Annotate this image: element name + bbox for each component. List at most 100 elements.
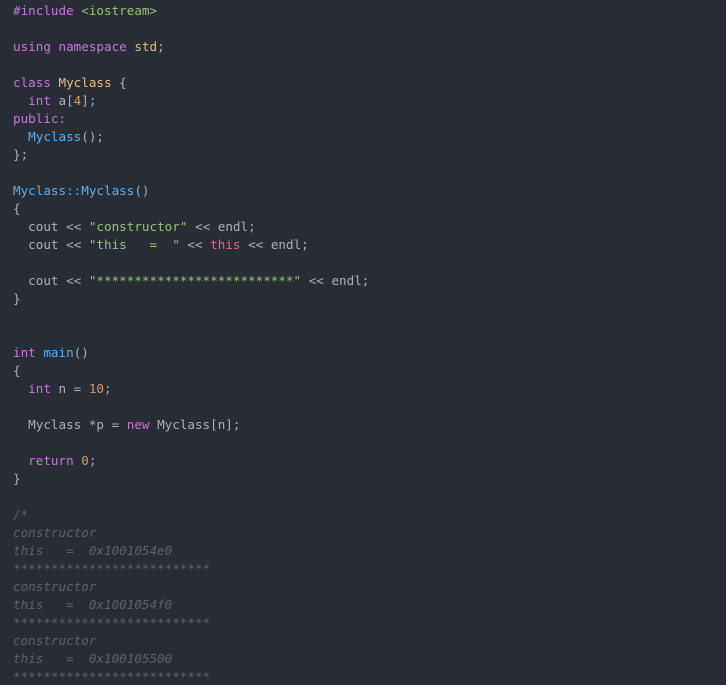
code-token-plain: () [73, 345, 89, 360]
code-token-plain: Myclass *p = [13, 417, 127, 432]
code-token-class: Myclass [58, 75, 112, 90]
code-line[interactable]: using namespace std; [13, 38, 726, 56]
code-editor[interactable]: #include <iostream> using namespace std;… [0, 0, 726, 685]
code-token-plain: Myclass[n]; [149, 417, 241, 432]
code-token-comment: constructor [13, 633, 97, 648]
code-token-plain: << [179, 237, 211, 252]
code-line[interactable]: } [13, 470, 726, 488]
code-token-comment: constructor [13, 525, 97, 540]
code-token-func: main [43, 345, 74, 360]
code-line[interactable]: ************************** [13, 614, 726, 632]
code-token-std: std [134, 39, 158, 54]
code-token-plain: << endl; [240, 237, 309, 252]
code-token-comment: ************************** [13, 615, 211, 630]
code-token-plain: << endl; [187, 219, 256, 234]
code-token-this: this [210, 237, 241, 252]
code-token-plain: << endl; [301, 273, 370, 288]
code-line[interactable] [13, 398, 726, 416]
code-token-plain: } [13, 471, 21, 486]
code-line[interactable]: return 0; [13, 452, 726, 470]
code-line[interactable]: Myclass *p = new Myclass[n]; [13, 416, 726, 434]
code-token-comment: this = 0x1001054f0 [13, 597, 173, 612]
code-token-plain: }; [13, 147, 29, 162]
code-token-plain: a[ [50, 93, 74, 108]
code-line[interactable]: ************************** [13, 560, 726, 578]
code-token-comment: this = 0x1001054e0 [13, 543, 173, 558]
code-line[interactable]: constructor [13, 632, 726, 650]
code-token-string: "**************************" [88, 273, 302, 288]
code-token-comment: /* [13, 507, 29, 522]
code-token-plain: { [13, 201, 21, 216]
code-token-plain: () [134, 183, 150, 198]
code-token-type: int [28, 381, 51, 396]
code-line[interactable] [13, 488, 726, 506]
code-line[interactable]: this = 0x100105500 [13, 650, 726, 668]
code-line[interactable]: int n = 10; [13, 380, 726, 398]
code-token-plain: { [13, 363, 21, 378]
code-token-comment: ************************** [13, 669, 211, 684]
code-line[interactable]: } [13, 290, 726, 308]
code-token-plain: ; [88, 453, 97, 468]
code-token-comment: constructor [13, 579, 97, 594]
code-token-keyword: return [28, 453, 74, 468]
code-line[interactable]: public: [13, 110, 726, 128]
code-line[interactable]: cout << "**************************" << … [13, 272, 726, 290]
code-line[interactable]: this = 0x1001054e0 [13, 542, 726, 560]
code-token-plain: cout << [13, 219, 89, 234]
code-token-plain: { [111, 75, 127, 90]
code-token-keyword: new [126, 417, 150, 432]
code-line[interactable] [13, 20, 726, 38]
code-line[interactable] [13, 326, 726, 344]
code-token-plain: n = [50, 381, 89, 396]
code-line[interactable]: /* [13, 506, 726, 524]
code-line[interactable]: this = 0x1001054f0 [13, 596, 726, 614]
code-line[interactable] [13, 254, 726, 272]
code-token-number: 10 [88, 381, 105, 396]
code-line[interactable]: class Myclass { [13, 74, 726, 92]
code-token-comment: this = 0x100105500 [13, 651, 173, 666]
code-token-plain: ]; [81, 93, 97, 108]
code-line[interactable] [13, 56, 726, 74]
code-token-keyword: using [13, 39, 51, 54]
code-line[interactable]: Myclass::Myclass() [13, 182, 726, 200]
code-token-plain: ; [157, 39, 165, 54]
code-token-plain: cout << [13, 273, 89, 288]
code-token-type: int [13, 345, 36, 360]
code-token-include: <iostream> [81, 3, 158, 18]
code-line[interactable]: constructor [13, 524, 726, 542]
code-line[interactable] [13, 164, 726, 182]
code-token-plain: ; [104, 381, 112, 396]
code-line[interactable]: }; [13, 146, 726, 164]
code-line[interactable]: { [13, 200, 726, 218]
code-line[interactable]: ************************** [13, 668, 726, 685]
code-token-func: Myclass [28, 129, 82, 144]
code-line[interactable]: { [13, 362, 726, 380]
code-token-number: 0 [81, 453, 89, 468]
code-token-keyword: public: [13, 111, 67, 126]
code-token-type: int [28, 93, 51, 108]
code-line[interactable] [13, 434, 726, 452]
code-token-keyword: namespace [58, 39, 127, 54]
code-token-string: "this = " [88, 237, 180, 252]
code-line[interactable]: #include <iostream> [13, 2, 726, 20]
code-line[interactable]: cout << "constructor" << endl; [13, 218, 726, 236]
code-token-plain: (); [81, 129, 104, 144]
code-token-string: "constructor" [88, 219, 188, 234]
code-token-preproc: #include [13, 3, 74, 18]
code-line[interactable] [13, 308, 726, 326]
code-line[interactable]: cout << "this = " << this << endl; [13, 236, 726, 254]
code-line[interactable]: constructor [13, 578, 726, 596]
code-line[interactable]: int a[4]; [13, 92, 726, 110]
code-token-func: Myclass::Myclass [13, 183, 135, 198]
code-token-comment: ************************** [13, 561, 211, 576]
code-line[interactable]: int main() [13, 344, 726, 362]
code-token-plain: cout << [13, 237, 89, 252]
code-line[interactable]: Myclass(); [13, 128, 726, 146]
code-token-plain: } [13, 291, 21, 306]
